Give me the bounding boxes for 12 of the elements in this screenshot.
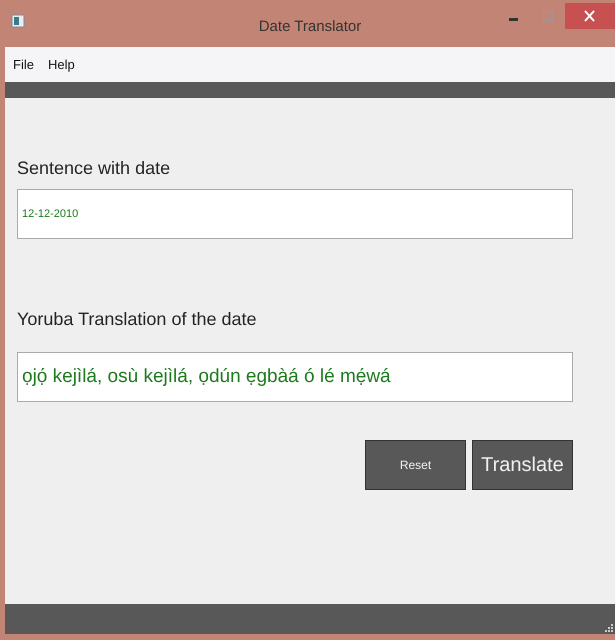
menu-item[interactable]: Help: [48, 57, 75, 72]
translate-button[interactable]: Translate: [472, 440, 573, 490]
field-label: Yoruba Translation of the date: [17, 309, 258, 330]
reset-button[interactable]: Reset: [365, 440, 466, 490]
text-field[interactable]: ọjọ́ kejìlá, osù kejìlá, ọdún ẹgbàá ó lé mẹ́wá: [17, 352, 573, 402]
text-field[interactable]: 12-12-2010: [17, 189, 573, 239]
field-label: Sentence with date: [17, 158, 172, 179]
resize-grip-icon[interactable]: [605, 624, 613, 632]
menu-item[interactable]: File: [13, 57, 34, 72]
app-icon: [11, 14, 25, 28]
close-icon[interactable]: [565, 0, 615, 32]
window-title: Date Translator: [258, 18, 362, 35]
